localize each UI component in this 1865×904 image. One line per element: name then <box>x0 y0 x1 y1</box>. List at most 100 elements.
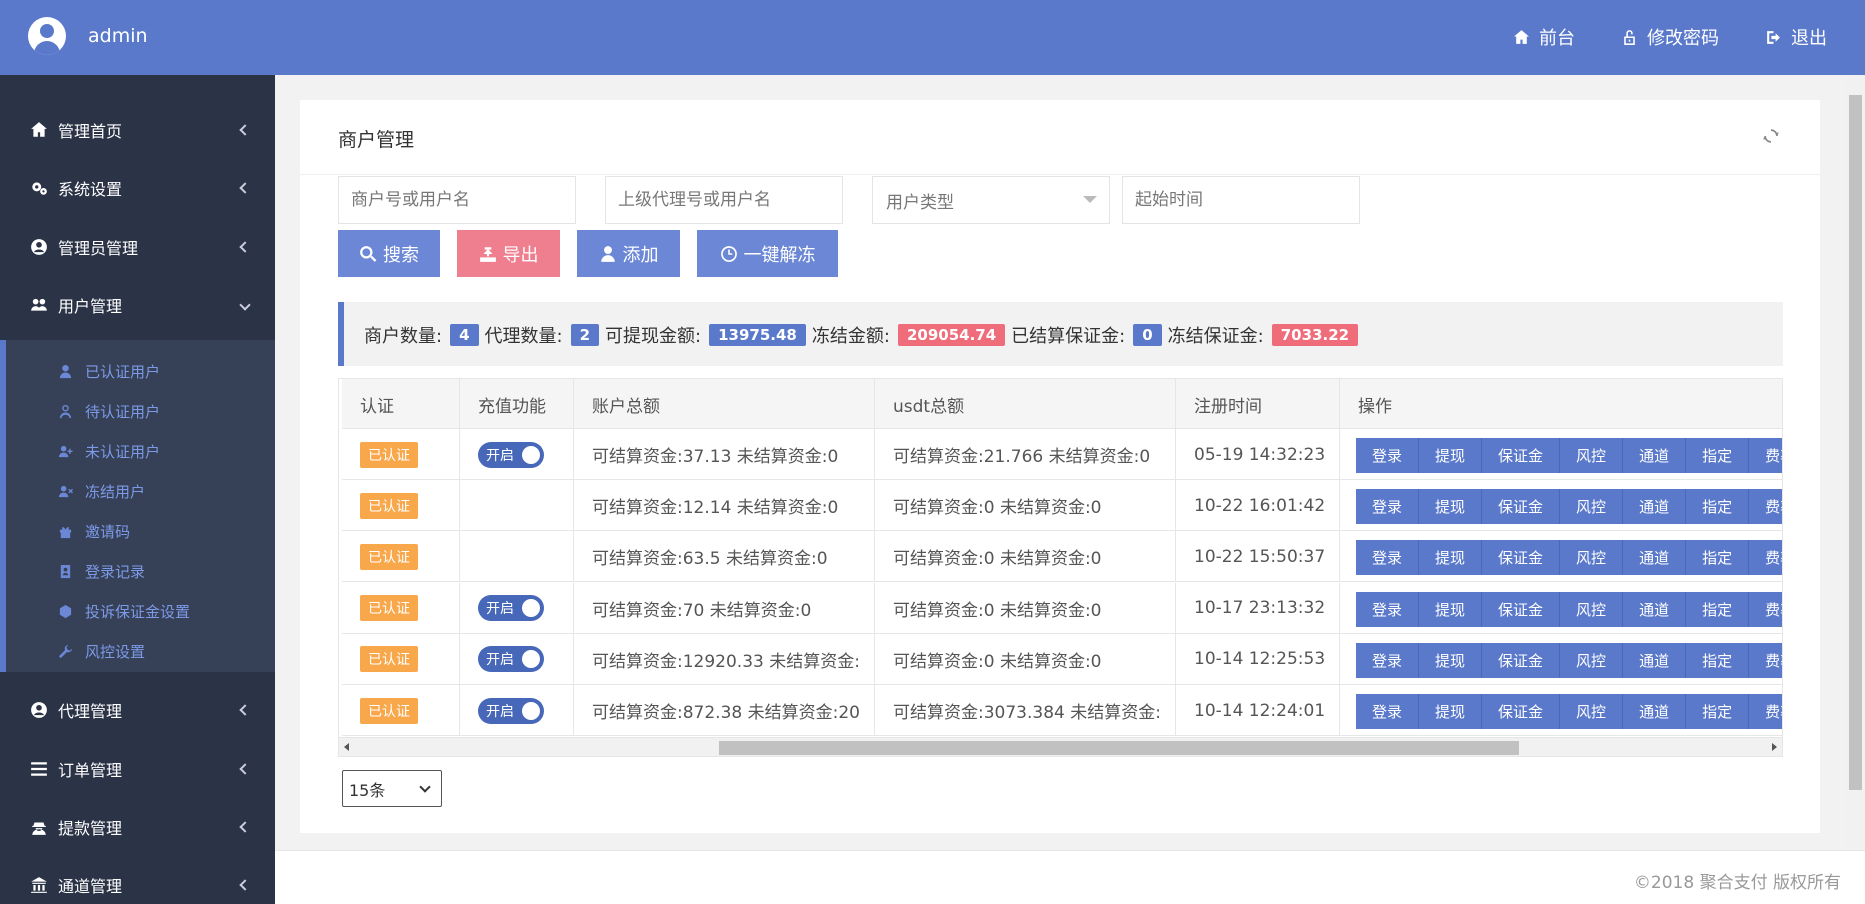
withdraw-button[interactable]: 提现 <box>1419 642 1483 678</box>
channel-button[interactable]: 通道 <box>1623 438 1687 473</box>
sidebar-item-withdrawal-management[interactable]: 提款管理 <box>0 805 275 849</box>
sidebar-item-channel-management[interactable]: 通道管理 <box>0 863 275 904</box>
withdraw-button[interactable]: 提现 <box>1419 591 1483 627</box>
fee-rate-button[interactable]: 费率 <box>1749 540 1782 576</box>
fee-rate-button[interactable]: 费率 <box>1749 438 1782 473</box>
add-button[interactable]: 添加 <box>577 230 680 277</box>
user-times-icon <box>58 485 73 497</box>
deposit-button[interactable]: 保证金 <box>1482 642 1561 678</box>
user-icon <box>600 245 615 262</box>
home-icon <box>31 122 47 137</box>
assign-button[interactable]: 指定 <box>1686 694 1750 729</box>
search-button[interactable]: 搜索 <box>338 230 440 277</box>
actions-cell: 登录提现保证金风控通道指定费率 <box>1340 583 1782 634</box>
agent-search-input[interactable] <box>605 176 843 224</box>
sidebar-item-agent-management[interactable]: 代理管理 <box>0 688 275 732</box>
table-header: 认证 充值功能 账户总额 usdt总额 注册时间 操作 <box>342 379 1782 429</box>
start-time-input[interactable] <box>1122 176 1360 224</box>
unfreeze-all-button[interactable]: 一键解冻 <box>697 230 838 277</box>
list-icon <box>31 762 47 776</box>
submenu-item-login-records[interactable]: 登录记录 <box>58 556 145 586</box>
recharge-toggle[interactable]: 开启 <box>478 595 544 622</box>
deposit-button[interactable]: 保证金 <box>1482 489 1561 525</box>
submenu-item-complaint-deposit[interactable]: 投诉保证金设置 <box>58 596 190 626</box>
assign-button[interactable]: 指定 <box>1686 489 1750 525</box>
recharge-toggle[interactable]: 开启 <box>478 646 544 673</box>
recharge-toggle[interactable]: 开启 <box>478 697 544 724</box>
vertical-scroll-thumb[interactable] <box>1849 95 1862 790</box>
risk-control-button[interactable]: 风控 <box>1560 489 1624 525</box>
assign-button[interactable]: 指定 <box>1686 438 1750 473</box>
login-button[interactable]: 登录 <box>1356 591 1420 627</box>
deposit-button[interactable]: 保证金 <box>1482 540 1561 576</box>
channel-button[interactable]: 通道 <box>1623 591 1687 627</box>
deposit-button[interactable]: 保证金 <box>1482 694 1561 729</box>
submenu-item-pending-users[interactable]: 待认证用户 <box>58 396 160 426</box>
export-button[interactable]: 导出 <box>457 230 560 277</box>
deposit-button[interactable]: 保证金 <box>1482 591 1561 627</box>
sidebar-item-admin-management[interactable]: 管理员管理 <box>0 225 275 269</box>
assign-button[interactable]: 指定 <box>1686 540 1750 576</box>
logout-link[interactable]: 退出 <box>1765 24 1827 50</box>
risk-control-button[interactable]: 风控 <box>1560 591 1624 627</box>
fee-rate-button[interactable]: 费率 <box>1749 642 1782 678</box>
sidebar-item-dashboard[interactable]: 管理首页 <box>0 108 275 152</box>
copyright-text: ©2018 聚合支付 版权所有 <box>1633 873 1841 893</box>
login-button[interactable]: 登录 <box>1356 438 1420 473</box>
refresh-icon[interactable] <box>1762 127 1780 145</box>
horizontal-scrollbar[interactable] <box>338 737 1783 757</box>
assign-button[interactable]: 指定 <box>1686 591 1750 627</box>
login-button[interactable]: 登录 <box>1356 642 1420 678</box>
login-button[interactable]: 登录 <box>1356 540 1420 576</box>
sidebar-item-order-management[interactable]: 订单管理 <box>0 747 275 791</box>
actions-cell: 登录提现保证金风控通道指定费率 <box>1340 429 1782 480</box>
login-button[interactable]: 登录 <box>1356 694 1420 729</box>
change-password-label: 修改密码 <box>1647 28 1719 49</box>
scroll-left-arrow[interactable] <box>344 743 349 751</box>
sidebar-item-user-management[interactable]: 用户管理 <box>0 283 275 327</box>
risk-control-button[interactable]: 风控 <box>1560 438 1624 473</box>
risk-control-button[interactable]: 风控 <box>1560 694 1624 729</box>
submenu-item-frozen-users[interactable]: 冻结用户 <box>58 476 145 506</box>
user-type-select-value: 用户类型 <box>886 193 954 213</box>
assign-button[interactable]: 指定 <box>1686 642 1750 678</box>
auth-cell: 已认证 <box>342 480 460 532</box>
withdraw-button[interactable]: 提现 <box>1419 540 1483 576</box>
table-row: 已认证 可结算资金:63.5 未结算资金:0 可结算资金:0 未结算资金:0 10-2… <box>342 531 1782 583</box>
channel-button[interactable]: 通道 <box>1623 540 1687 576</box>
usdt-total-cell: 可结算资金:3073.384 未结算资金: <box>875 685 1176 736</box>
fee-rate-button[interactable]: 费率 <box>1749 591 1782 627</box>
frontend-link[interactable]: 前台 <box>1513 24 1575 50</box>
page-size-select[interactable]: 15条 <box>342 770 442 807</box>
scroll-right-arrow[interactable] <box>1772 743 1777 751</box>
fee-rate-button[interactable]: 费率 <box>1749 694 1782 729</box>
change-password-link[interactable]: 修改密码 <box>1621 24 1719 50</box>
withdraw-button[interactable]: 提现 <box>1419 694 1483 729</box>
sidebar-item-label: 系统设置 <box>58 180 123 199</box>
username[interactable]: admin <box>88 25 148 47</box>
withdraw-button[interactable]: 提现 <box>1419 438 1483 473</box>
frozen-label: 冻结金额: <box>811 326 890 347</box>
submenu-item-verified-users[interactable]: 已认证用户 <box>58 356 160 386</box>
submenu-item-unverified-users[interactable]: 未认证用户 <box>58 436 160 466</box>
sidebar-item-system-settings[interactable]: 系统设置 <box>0 166 275 210</box>
channel-button[interactable]: 通道 <box>1623 489 1687 525</box>
user-circle-icon <box>31 239 47 255</box>
horizontal-scroll-thumb[interactable] <box>719 741 1519 755</box>
login-button[interactable]: 登录 <box>1356 489 1420 525</box>
fee-rate-button[interactable]: 费率 <box>1749 489 1782 525</box>
deposit-button[interactable]: 保证金 <box>1482 438 1561 473</box>
risk-control-button[interactable]: 风控 <box>1560 642 1624 678</box>
channel-button[interactable]: 通道 <box>1623 642 1687 678</box>
vertical-scrollbar[interactable] <box>1846 75 1865 850</box>
avatar[interactable] <box>28 17 66 55</box>
actions-cell: 登录提现保证金风控通道指定费率 <box>1340 480 1782 531</box>
merchant-search-input[interactable] <box>338 176 576 224</box>
settled-deposit-label: 已结算保证金: <box>1011 326 1126 347</box>
submenu-item-invite-codes[interactable]: 邀请码 <box>58 516 130 546</box>
recharge-toggle[interactable]: 开启 <box>478 441 544 468</box>
risk-control-button[interactable]: 风控 <box>1560 540 1624 576</box>
submenu-item-risk-settings[interactable]: 风控设置 <box>58 636 145 666</box>
channel-button[interactable]: 通道 <box>1623 694 1687 729</box>
withdraw-button[interactable]: 提现 <box>1419 489 1483 525</box>
